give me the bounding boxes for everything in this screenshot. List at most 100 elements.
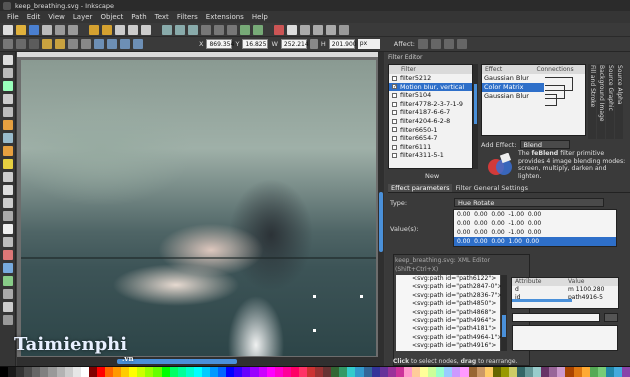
matrix-row[interactable]: 0.00 0.00 0.00 -1.00 0.00 — [454, 228, 616, 237]
tab-effect-parameters[interactable]: Effect parameters — [388, 184, 453, 192]
ungroup-icon[interactable] — [253, 24, 263, 35]
source-tab[interactable]: Source Graphic — [606, 64, 614, 139]
filter-column-header[interactable]: Filter — [389, 65, 472, 74]
color-swatch[interactable] — [80, 367, 89, 377]
filter-checkbox[interactable] — [392, 135, 397, 141]
color-swatch[interactable] — [282, 367, 291, 377]
color-swatch[interactable] — [0, 367, 9, 377]
selection-handle[interactable] — [360, 295, 363, 298]
color-swatch[interactable] — [24, 367, 33, 377]
color-swatch[interactable] — [210, 367, 219, 377]
node-tool-icon[interactable] — [2, 68, 13, 78]
type-select[interactable]: Hue Rotate — [454, 198, 604, 207]
tweak-tool-icon[interactable] — [2, 81, 13, 91]
color-swatch[interactable] — [565, 367, 574, 377]
scrollbar-thumb[interactable] — [474, 84, 477, 124]
color-swatch[interactable] — [436, 367, 445, 377]
mesh-tool-icon[interactable] — [2, 289, 13, 299]
pen-tool-icon[interactable] — [2, 198, 13, 208]
color-swatch[interactable] — [533, 367, 542, 377]
print-icon[interactable] — [42, 24, 52, 35]
group-icon[interactable] — [240, 24, 250, 35]
filter-checkbox[interactable] — [392, 153, 397, 159]
color-swatch[interactable] — [242, 367, 251, 377]
color-swatch[interactable] — [250, 367, 259, 377]
filter-checkbox[interactable] — [392, 92, 397, 98]
y-field[interactable]: 16.825 — [242, 39, 269, 49]
color-swatch[interactable] — [331, 367, 340, 377]
color-swatch[interactable] — [298, 367, 307, 377]
color-swatch[interactable] — [290, 367, 299, 377]
3dbox-tool-icon[interactable] — [2, 133, 13, 143]
filter-list[interactable]: Filter filter5212 ✓ Motion blur, vertical f… — [388, 64, 473, 169]
menu-help[interactable]: Help — [248, 13, 272, 21]
filter-list-item[interactable]: filter6650-1 — [389, 126, 472, 135]
source-tab[interactable]: Fill and Stroke — [588, 64, 596, 139]
ellipse-tool-icon[interactable] — [2, 146, 13, 156]
copy-icon[interactable] — [115, 24, 125, 35]
color-swatch[interactable] — [347, 367, 356, 377]
color-swatch[interactable] — [72, 367, 81, 377]
xml-tree-scrollbar[interactable] — [501, 275, 507, 351]
menu-layer[interactable]: Layer — [69, 13, 97, 21]
color-swatch[interactable] — [266, 367, 275, 377]
spray-tool-icon[interactable] — [2, 237, 13, 247]
color-swatch[interactable] — [177, 367, 186, 377]
filter-list-item[interactable]: filter4187-6-6-7 — [389, 108, 472, 117]
menu-path[interactable]: Path — [127, 13, 150, 21]
color-swatch[interactable] — [597, 367, 606, 377]
rotate-ccw-icon[interactable] — [42, 39, 52, 49]
filter-checkbox[interactable]: ✓ — [392, 84, 397, 90]
color-swatch[interactable] — [56, 367, 65, 377]
color-swatch[interactable] — [113, 367, 122, 377]
attribute-name-input[interactable] — [512, 313, 600, 322]
raise-to-top-icon[interactable] — [94, 39, 104, 49]
canvas[interactable] — [17, 52, 378, 357]
color-swatch[interactable] — [622, 367, 630, 377]
color-swatch[interactable] — [96, 367, 106, 377]
set-attribute-button[interactable] — [604, 313, 618, 322]
color-swatch[interactable] — [613, 367, 623, 377]
move-gradients-icon[interactable] — [444, 39, 455, 49]
selection-handle[interactable] — [313, 329, 316, 332]
color-swatch[interactable] — [153, 367, 162, 377]
color-swatch[interactable] — [226, 367, 235, 377]
color-swatch[interactable] — [201, 367, 211, 377]
color-swatch[interactable] — [64, 367, 73, 377]
text-font-icon[interactable] — [287, 24, 297, 35]
matrix-row[interactable]: 0.00 0.00 0.00 1.00 0.00 — [454, 237, 616, 246]
save-icon[interactable] — [29, 24, 39, 35]
color-swatch[interactable] — [525, 367, 534, 377]
color-swatch[interactable] — [605, 367, 614, 377]
color-swatch[interactable] — [40, 367, 49, 377]
unlink-icon[interactable] — [227, 24, 237, 35]
zoom-drawing-icon[interactable] — [175, 24, 185, 35]
filter-checkbox[interactable] — [392, 101, 397, 107]
color-swatch[interactable] — [428, 367, 437, 377]
select-all-layers-icon[interactable] — [16, 39, 26, 49]
color-swatch[interactable] — [16, 367, 25, 377]
color-swatch[interactable] — [500, 367, 509, 377]
menu-file[interactable]: File — [3, 13, 23, 21]
scrollbar-thumb[interactable] — [117, 359, 237, 364]
color-swatch[interactable] — [129, 367, 138, 377]
color-swatch[interactable] — [218, 367, 227, 377]
color-swatch[interactable] — [589, 367, 598, 377]
eraser-tool-icon[interactable] — [2, 250, 13, 260]
color-swatch[interactable] — [185, 367, 194, 377]
filter-list-scrollbar[interactable] — [473, 64, 478, 169]
duplicate-icon[interactable] — [201, 24, 211, 35]
filter-list-item[interactable]: filter6654-7 — [389, 134, 472, 143]
color-swatch[interactable] — [274, 367, 283, 377]
color-swatch[interactable] — [573, 367, 582, 377]
color-swatch[interactable] — [581, 367, 590, 377]
color-swatch[interactable] — [460, 367, 469, 377]
color-swatch[interactable] — [371, 367, 380, 377]
move-patterns-icon[interactable] — [457, 39, 468, 49]
flip-horizontal-icon[interactable] — [68, 39, 78, 49]
color-swatch[interactable] — [420, 367, 429, 377]
xml-node[interactable]: <svg:path id="path4964"> — [396, 317, 500, 325]
xml-node-tree[interactable]: <svg:path id="path6122"> <svg:path id="pa… — [396, 275, 502, 351]
menu-extensions[interactable]: Extensions — [202, 13, 248, 21]
star-tool-icon[interactable] — [2, 159, 13, 169]
